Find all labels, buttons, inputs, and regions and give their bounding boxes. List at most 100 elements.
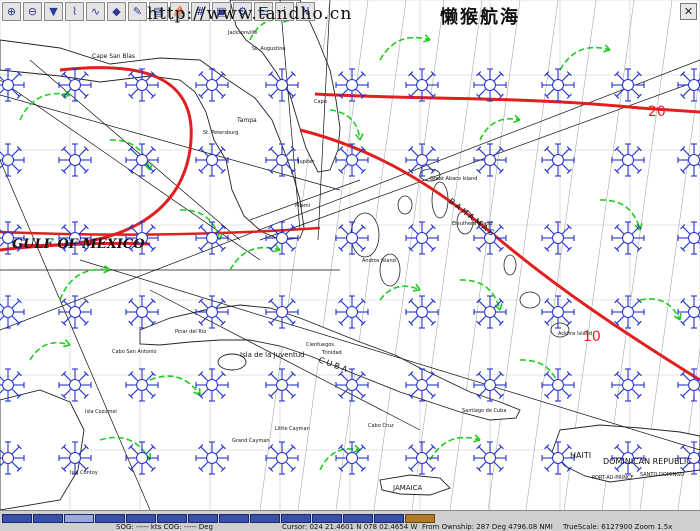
label-isla-juventud: Isla de la Juventud [240,351,305,359]
label-port-au-prince: PORT-AU-PRINCE [592,475,634,481]
wind-rose [677,221,700,255]
wind-rose [611,68,645,102]
wind-rose [473,368,507,402]
wind-rose [473,441,507,475]
label-trinidad: Trinidad [321,350,342,356]
chart-segment[interactable] [2,514,32,523]
filter-icon: ▼ [49,5,58,18]
label-miami: Miami [295,203,310,209]
label-cozumel: Isla Cozumel [85,409,117,415]
chart-segment[interactable] [281,514,311,523]
label-bahamas: B A H A M A S [447,196,496,237]
route-icon: ⌇ [71,5,78,18]
wind-rose [541,368,575,402]
wind-rose [677,143,700,177]
zoom-in-button[interactable]: ⊕ [2,2,21,21]
chart-segment[interactable] [250,514,280,523]
status-true-scale: TrueScale: 6127900 Zoom 1.5x [563,523,673,531]
wind-rose [0,295,25,329]
wind-rose [195,143,229,177]
status-cursor: Cursor: 024 21.4601 N 078 02.4654 W [282,523,418,531]
label-little-cayman: Little Cayman [275,426,310,432]
wind-rose [405,368,439,402]
wind-rose [195,68,229,102]
wind-rose [125,441,159,475]
wind-rose [195,441,229,475]
wind-rose [335,441,369,475]
wind-rose [0,143,25,177]
wind-rose [405,441,439,475]
wind-rose [265,368,299,402]
label-dominican: DOMINICAN REPUBLIC [603,457,692,466]
label-isla-contoy: Isla Contoy [70,470,98,476]
label-jacksonville: Jacksonville [227,30,257,36]
wind-rose [611,368,645,402]
chart-segment[interactable] [343,514,373,523]
wind-rose [473,143,507,177]
label-santiago: Santiago de Cuba [462,408,506,414]
wind-rose [405,221,439,255]
chart-segment[interactable] [126,514,156,523]
wind-rose [541,295,575,329]
chart-segment[interactable] [312,514,342,523]
chart-segment[interactable] [64,514,94,523]
label-tampa: Tampa [236,117,257,124]
label-haiti: HAITI [570,451,591,460]
wind-rose [473,68,507,102]
label-great-abaco: Great Abaco Island [430,176,477,182]
wind-rose [473,295,507,329]
wind-rose [405,68,439,102]
wind-rose [58,368,92,402]
chart-segment[interactable] [374,514,404,523]
isoline-label-20: 20 [648,104,666,120]
wind-rose [58,295,92,329]
status-sog-cog: SOG: ----- kts COG: ----- Deg [116,523,213,531]
label-st-augustine: St. Augustine [252,46,285,52]
wind-rose [541,221,575,255]
chart-segment[interactable] [33,514,63,523]
nautical-chart-map[interactable]: GULF OF MEXICO Cape San Blas Tampa St. P… [0,0,700,510]
pencil-icon: ✎ [132,5,143,18]
wind-rose [677,295,700,329]
zoom-in-icon: ⊕ [6,5,17,18]
chart-segment[interactable] [95,514,125,523]
status-from-ownship: From Ownship: 287 Deg 4796.08 NMI [422,523,553,531]
wind-rose [125,68,159,102]
label-cape: Cape [314,99,327,105]
label-pinar: Pinar del Río [175,328,206,335]
watermark-url: http://www.tandho.cn [147,4,353,24]
close-button[interactable]: ✕ [680,3,697,20]
status-bar: SOG: ----- kts COG: ----- Deg Cursor: 02… [0,510,700,531]
chart-line-button[interactable]: ∿ [86,2,105,21]
label-cienfuegos: Cienfuegos [306,342,334,348]
wind-rose [58,68,92,102]
wind-rose [335,368,369,402]
zoom-out-button[interactable]: ⊖ [23,2,42,21]
filter-button[interactable]: ▼ [44,2,63,21]
marker-button[interactable]: ◆ [107,2,126,21]
label-santo-domingo: SANTO DOMINGO [640,472,684,478]
wind-rose [335,68,369,102]
wind-rose [195,221,229,255]
pencil-button[interactable]: ✎ [128,2,147,21]
chart-segment[interactable] [219,514,249,523]
wind-rose [265,221,299,255]
chart-segment[interactable] [405,514,435,523]
chart-segment[interactable] [188,514,218,523]
wind-rose [405,143,439,177]
label-andros: Andros Island [362,258,396,264]
wind-rose [265,441,299,475]
wind-rose [265,68,299,102]
wind-rose [265,143,299,177]
wind-rose [195,295,229,329]
chart-line-icon: ∿ [90,5,101,18]
wind-rose [541,68,575,102]
marker-icon: ◆ [112,5,121,18]
label-grand-cayman: Grand Cayman [232,438,270,444]
wind-rose [125,295,159,329]
chart-segment[interactable] [157,514,187,523]
route-button[interactable]: ⌇ [65,2,84,21]
watermark-cn: 懒猴航海 [440,7,520,28]
wind-rose [58,143,92,177]
wind-rose [125,368,159,402]
